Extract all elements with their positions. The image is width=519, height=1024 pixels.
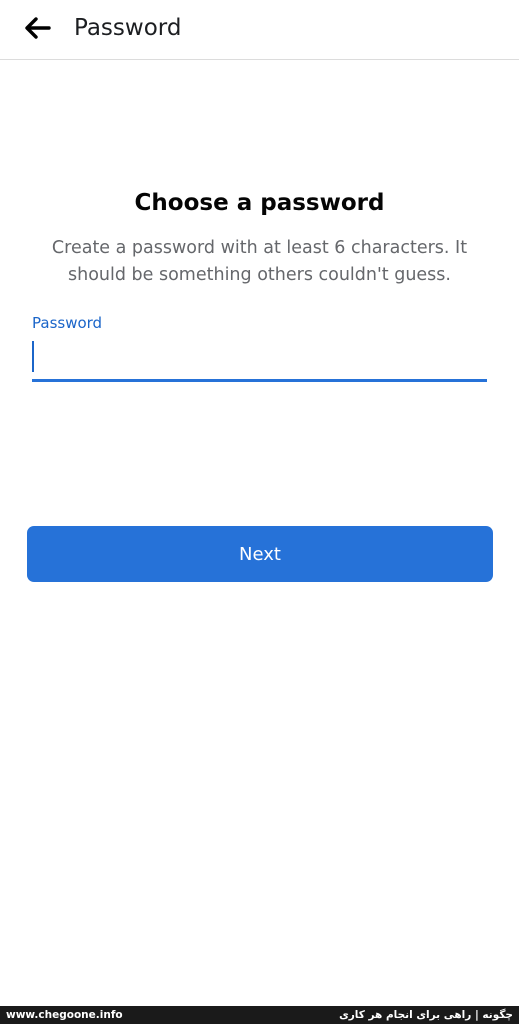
password-field-label: Password [32,314,103,332]
password-input[interactable] [32,336,487,382]
description-text: Create a password with at least 6 charac… [51,238,468,285]
page-title: Password [74,15,182,41]
heading: Choose a password [134,190,385,216]
watermark-tagline: چگونه | راهی برای انجام هر کاری [339,1009,513,1021]
next-button[interactable]: Next [27,526,493,582]
watermark-url: www.chegoone.info [6,1009,123,1021]
text-cursor [32,341,34,372]
arrow-left-icon [25,17,51,39]
back-button[interactable] [20,12,56,44]
top-app-bar: Password [0,0,519,60]
watermark-bar: www.chegoone.info چگونه | راهی برای انجا… [0,1006,519,1024]
